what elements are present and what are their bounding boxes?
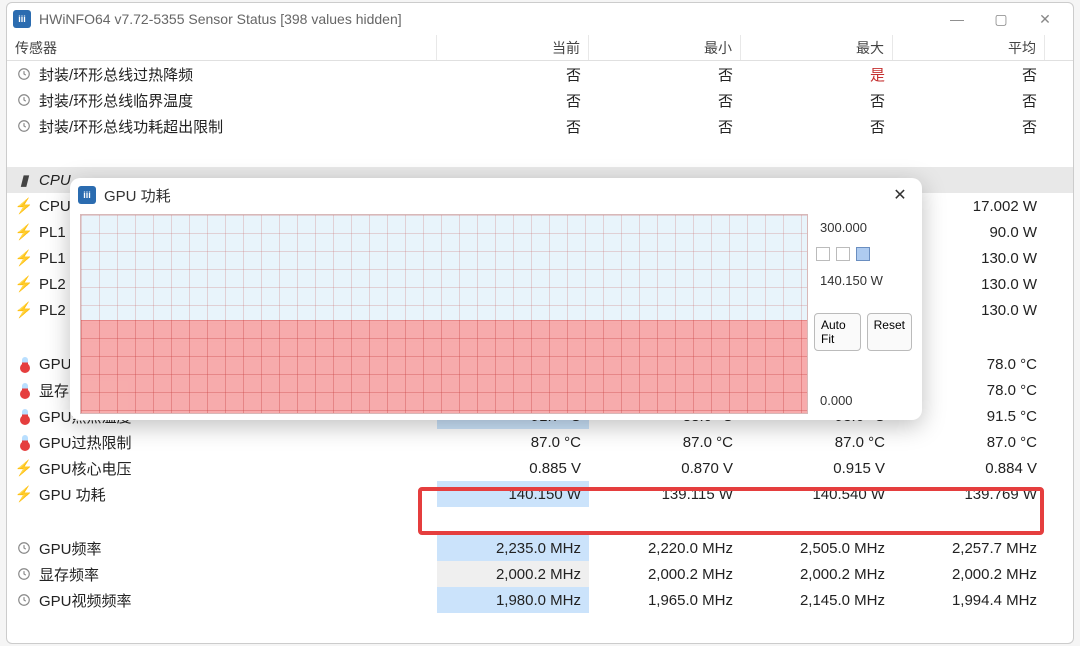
clock-icon bbox=[15, 593, 33, 607]
legend-swatch[interactable] bbox=[856, 247, 870, 261]
minimize-button[interactable]: — bbox=[935, 5, 979, 33]
current-value-label: 140.150 W bbox=[814, 269, 912, 292]
graph-popup: iii GPU 功耗 ✕ 300.000 140.150 W Auto Fit … bbox=[70, 178, 922, 420]
table-row[interactable]: 封装/环形总线功耗超出限制 否 否 否 否 bbox=[7, 113, 1073, 139]
clock-icon bbox=[15, 119, 33, 133]
bolt-icon: ⚡ bbox=[15, 223, 33, 241]
app-icon: iii bbox=[13, 10, 31, 28]
maximize-button[interactable]: ▢ bbox=[979, 5, 1023, 33]
reset-button[interactable]: Reset bbox=[867, 313, 912, 351]
thermometer-icon bbox=[15, 383, 33, 397]
clock-icon bbox=[15, 67, 33, 81]
chip-icon: ▮ bbox=[15, 171, 33, 189]
y-min-label: 0.000 bbox=[814, 389, 912, 412]
legend-swatch[interactable] bbox=[836, 247, 850, 261]
col-avg[interactable]: 平均 bbox=[893, 35, 1045, 60]
col-current[interactable]: 当前 bbox=[437, 35, 589, 60]
clock-icon bbox=[15, 541, 33, 555]
popup-titlebar[interactable]: iii GPU 功耗 ✕ bbox=[70, 178, 922, 212]
window-title: HWiNFO64 v7.72-5355 Sensor Status [398 v… bbox=[39, 11, 402, 27]
clock-icon bbox=[15, 93, 33, 107]
col-max[interactable]: 最大 bbox=[741, 35, 893, 60]
table-row[interactable]: GPU视频频率 1,980.0 MHz 1,965.0 MHz 2,145.0 … bbox=[7, 587, 1073, 613]
bolt-icon: ⚡ bbox=[15, 275, 33, 293]
col-sensor[interactable]: 传感器 bbox=[7, 35, 437, 60]
auto-fit-button[interactable]: Auto Fit bbox=[814, 313, 861, 351]
table-row[interactable]: ⚡GPU核心电压 0.885 V 0.870 V 0.915 V 0.884 V bbox=[7, 455, 1073, 481]
table-row[interactable]: 封装/环形总线临界温度 否 否 否 否 bbox=[7, 87, 1073, 113]
clock-icon bbox=[15, 567, 33, 581]
graph-side-panel: 300.000 140.150 W Auto Fit Reset 0.000 bbox=[814, 214, 916, 414]
table-row[interactable]: GPU过热限制 87.0 °C 87.0 °C 87.0 °C 87.0 °C bbox=[7, 429, 1073, 455]
window-controls: — ▢ ✕ bbox=[935, 5, 1067, 33]
close-icon[interactable]: ✕ bbox=[886, 181, 914, 209]
column-headers: 传感器 当前 最小 最大 平均 bbox=[7, 35, 1073, 61]
table-row[interactable]: 封装/环形总线过热降频 否 否 是 否 bbox=[7, 61, 1073, 87]
app-icon: iii bbox=[78, 186, 96, 204]
thermometer-icon bbox=[15, 435, 33, 449]
legend bbox=[814, 243, 912, 265]
y-max-label: 300.000 bbox=[814, 216, 912, 239]
popup-title: GPU 功耗 bbox=[104, 185, 171, 206]
close-button[interactable]: ✕ bbox=[1023, 5, 1067, 33]
bolt-icon: ⚡ bbox=[15, 301, 33, 319]
graph-area[interactable] bbox=[80, 214, 808, 414]
titlebar: iii HWiNFO64 v7.72-5355 Sensor Status [3… bbox=[7, 3, 1073, 35]
row-gpu-power[interactable]: ⚡GPU 功耗 140.150 W 139.115 W 140.540 W 13… bbox=[7, 481, 1073, 507]
bolt-icon: ⚡ bbox=[15, 485, 33, 503]
table-row[interactable]: 显存频率 2,000.2 MHz 2,000.2 MHz 2,000.2 MHz… bbox=[7, 561, 1073, 587]
legend-swatch[interactable] bbox=[816, 247, 830, 261]
bolt-icon: ⚡ bbox=[15, 459, 33, 477]
thermometer-icon bbox=[15, 409, 33, 423]
bolt-icon: ⚡ bbox=[15, 197, 33, 215]
col-min[interactable]: 最小 bbox=[589, 35, 741, 60]
graph-fill bbox=[81, 320, 807, 413]
table-row[interactable]: GPU频率 2,235.0 MHz 2,220.0 MHz 2,505.0 MH… bbox=[7, 535, 1073, 561]
bolt-icon: ⚡ bbox=[15, 249, 33, 267]
thermometer-icon bbox=[15, 357, 33, 371]
